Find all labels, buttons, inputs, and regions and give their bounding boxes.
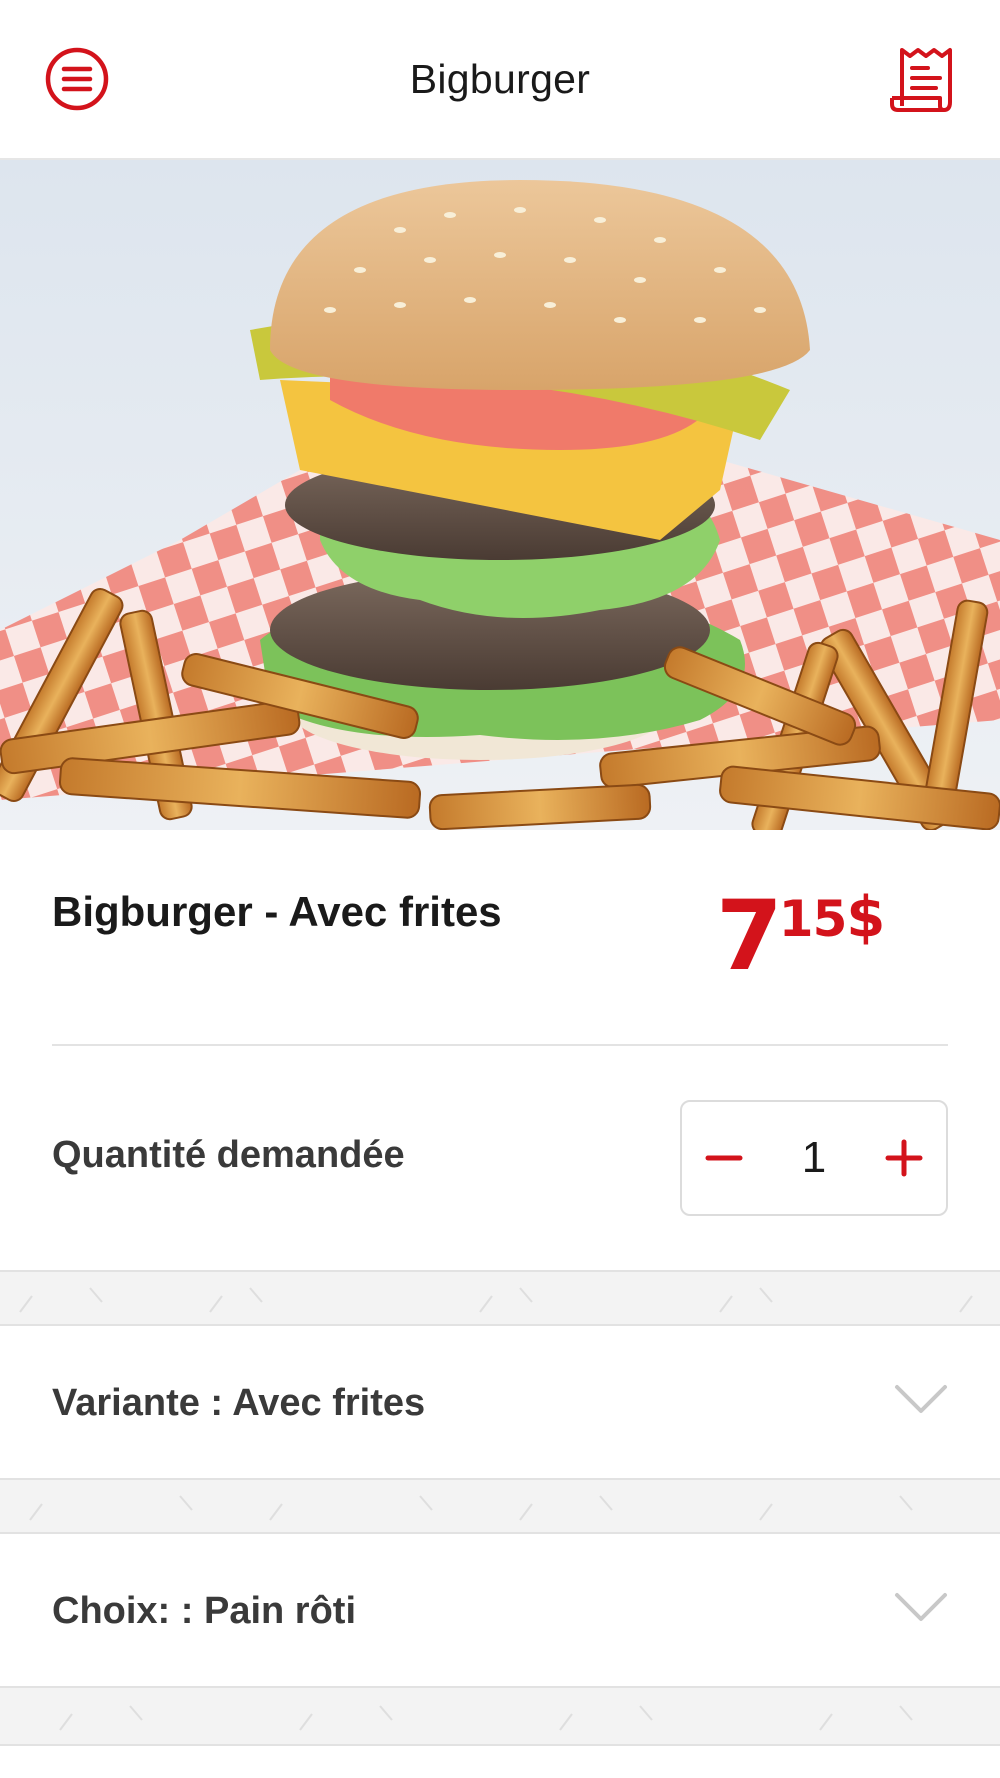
receipt-button[interactable] <box>888 44 956 114</box>
app-header: Bigburger <box>0 0 1000 160</box>
chevron-down-icon <box>895 1385 947 1413</box>
footer-space <box>0 1746 1000 1778</box>
price-cents: 15 <box>778 890 848 948</box>
receipt-icon <box>890 48 952 112</box>
quantity-label: Quantité demandée <box>52 1134 405 1176</box>
product-page: Bigburger Bigburger - Avec frites 715$ Q… <box>0 0 1000 1778</box>
product-image <box>0 160 1000 830</box>
product-name: Bigburger - Avec frites <box>52 888 502 935</box>
page-title: Bigburger <box>409 56 591 102</box>
pattern-separator <box>0 1270 1000 1326</box>
price-main: 7 <box>716 880 783 992</box>
plus-icon <box>885 1139 923 1177</box>
divider <box>52 1044 948 1046</box>
product-price: 715$ <box>716 888 885 984</box>
variant-selector[interactable]: Variante : Avec frites <box>0 1328 1000 1478</box>
choice-selector[interactable]: Choix: : Pain rôti <box>0 1536 1000 1686</box>
quantity-value: 1 <box>801 1133 827 1182</box>
minus-icon <box>705 1155 743 1161</box>
price-currency: $ <box>846 885 886 950</box>
choice-label: Choix: : Pain rôti <box>52 1590 356 1632</box>
chevron-down-icon <box>895 1593 947 1621</box>
variant-label: Variante : Avec frites <box>52 1382 426 1424</box>
decrease-quantity-button[interactable] <box>684 1102 764 1214</box>
increase-quantity-button[interactable] <box>864 1102 944 1214</box>
quantity-stepper: 1 <box>680 1100 948 1216</box>
pattern-separator <box>0 1686 1000 1746</box>
pattern-separator <box>0 1478 1000 1534</box>
